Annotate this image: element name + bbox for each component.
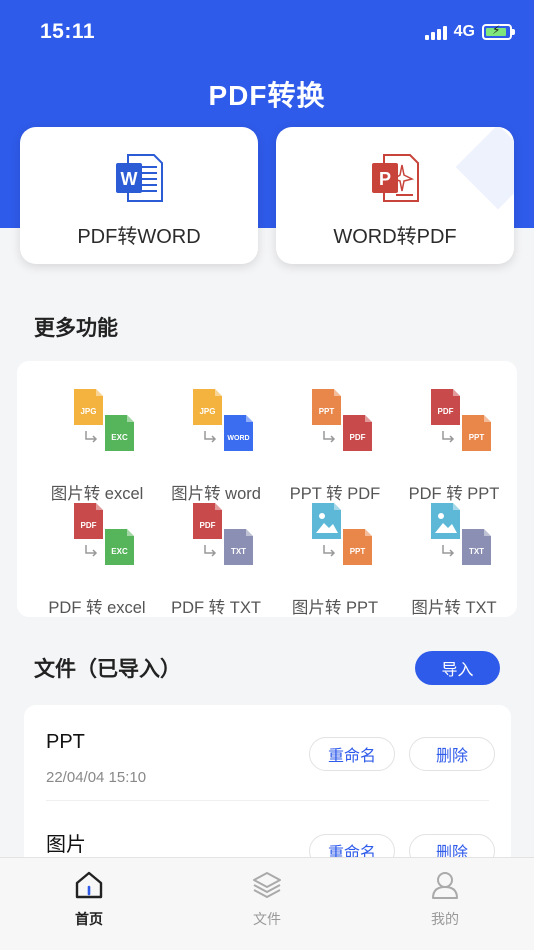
convert-file-icon: PDF TXT [193,503,253,565]
layers-icon [253,872,281,898]
feature-item[interactable]: PPT 图片转 PPT [275,503,395,617]
more-features-title: 更多功能 [34,317,118,340]
convert-file-icon: PPT PDF [312,389,372,451]
feature-item[interactable]: TXT 图片转 TXT [394,503,514,617]
svg-text:WORD: WORD [227,435,249,442]
features-panel: JPG EXC 图片转 excel JPG WORD 图片转 word PPT PDF PPT … [17,361,517,617]
page-title: PDF转换 [208,80,326,111]
svg-text:PPT: PPT [350,547,366,556]
svg-text:PDF: PDF [438,407,454,416]
tab-home-label: 首页 [75,911,103,927]
convert-file-icon: TXT [431,503,491,565]
status-bar: 15:11 4G ⚡ [0,0,534,64]
signal-icon [424,25,447,40]
convert-file-icon: JPG WORD [193,389,253,451]
network-type: 4G [453,23,475,40]
svg-text:EXC: EXC [111,433,128,442]
user-icon [432,872,458,899]
tab-bar: 首页 文件 我的 [0,857,534,950]
svg-text:JPG: JPG [199,407,215,416]
svg-text:W: W [121,169,138,189]
file-name: 图片 [46,834,86,856]
svg-text:JPG: JPG [80,407,96,416]
svg-text:PDF: PDF [81,521,97,530]
svg-text:PDF: PDF [350,433,366,442]
tab-profile[interactable]: 我的 [356,858,534,938]
feature-item[interactable]: JPG EXC 图片转 excel [37,389,157,503]
delete-button[interactable]: 删除 [409,737,495,771]
feature-label: 图片转 word [171,485,261,503]
feature-label: PPT 转 PDF [289,485,381,503]
convert-file-icon: PDF EXC [74,503,134,565]
file-time: 22/04/04 15:10 [46,769,147,786]
card-decoration [455,127,514,210]
tab-home[interactable]: 首页 [0,858,178,938]
word-to-pdf-card[interactable]: P WORD转PDF [276,127,514,264]
import-button[interactable]: 导入 [415,651,500,685]
feature-item[interactable]: JPG WORD 图片转 word [156,389,276,503]
pdf-to-word-card[interactable]: W PDF转WORD [20,127,258,264]
files-section-title: 文件（已导入） [34,658,181,681]
rename-button[interactable]: 重命名 [309,737,395,771]
convert-file-icon: PDF PPT [431,389,491,451]
tab-files[interactable]: 文件 [178,858,356,938]
feature-item[interactable]: PDF PPT PDF 转 PPT [394,389,514,503]
feature-item[interactable]: PDF EXC PDF 转 excel [37,503,157,617]
svg-text:PPT: PPT [319,407,335,416]
file-row[interactable]: PPT 22/04/04 15:10 重命名 删除 [24,705,511,801]
status-indicators: 4G ⚡ [424,23,515,41]
feature-label: PDF 转 TXT [171,599,261,617]
convert-file-icon: PPT [312,503,372,565]
svg-text:EXC: EXC [111,547,128,556]
feature-label: 图片转 excel [50,485,144,503]
battery-icon: ⚡ [482,23,515,40]
tab-profile-label: 我的 [431,911,459,927]
svg-text:TXT: TXT [469,547,484,556]
feature-item[interactable]: PPT PDF PPT 转 PDF [275,389,395,503]
feature-label: PDF 转 PPT [408,485,500,503]
svg-text:PDF: PDF [200,521,216,530]
svg-text:PPT: PPT [469,433,485,442]
convert-file-icon: JPG EXC [74,389,134,451]
feature-item[interactable]: PDF TXT PDF 转 TXT [156,503,276,617]
feature-label: 图片转 TXT [411,599,497,617]
powerpoint-doc-icon: P [372,154,419,202]
file-name: PPT [46,731,85,753]
word-to-pdf-label: WORD转PDF [333,226,457,248]
row-divider [46,800,489,801]
feature-label: 图片转 PPT [291,599,379,617]
pdf-to-word-label: PDF转WORD [77,226,201,248]
status-time: 15:11 [40,20,96,43]
tab-files-label: 文件 [253,911,281,927]
svg-text:P: P [379,169,391,189]
home-icon [75,871,103,899]
feature-label: PDF 转 excel [48,599,146,617]
word-doc-icon: W [116,154,163,202]
svg-text:TXT: TXT [231,547,246,556]
